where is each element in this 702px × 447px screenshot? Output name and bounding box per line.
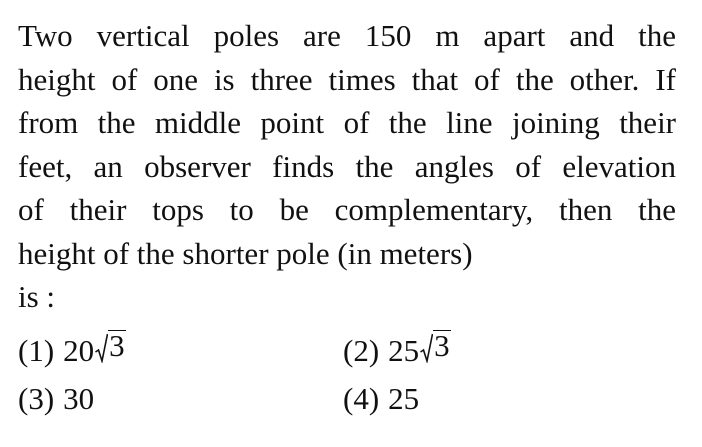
question-line: of their tops to be complementary, then … <box>18 192 676 227</box>
radicand: 3 <box>433 328 451 363</box>
question-line: Two vertical poles are 150 m apart and t… <box>18 18 676 53</box>
option-coefficient: 25 <box>388 333 420 368</box>
question-line: feet, an observer finds the angles of el… <box>18 148 676 184</box>
option-value: 25 <box>388 381 420 416</box>
option-number: (1) <box>18 333 55 368</box>
question-line: height of one is three times that of the… <box>18 61 676 97</box>
radicand: 3 <box>108 328 126 363</box>
option-number: (2) <box>343 333 380 368</box>
option-number: (3) <box>18 381 55 416</box>
option-coefficient: 20 <box>63 333 95 368</box>
option-number: (4) <box>343 381 380 416</box>
option-1[interactable]: (1) 20 3 <box>18 330 343 371</box>
option-4[interactable]: (4) 25 <box>343 379 678 419</box>
square-root-expression: 3 <box>95 328 126 363</box>
square-root-expression: 3 <box>420 328 451 363</box>
option-2[interactable]: (2) 25 3 <box>343 330 678 371</box>
question-line: is : <box>18 279 56 314</box>
radical-sign-icon <box>95 333 109 363</box>
question-line: height of the shorter pole (in meters) <box>18 235 473 271</box>
option-3[interactable]: (3) 30 <box>18 379 343 419</box>
radical-sign-icon <box>420 333 434 363</box>
option-value: 30 <box>63 381 95 416</box>
answer-options: (1) 20 3 (2) 25 3 (3) 30 (4) 25 <box>18 330 678 419</box>
question-text: Two vertical poles are 150 m apart and t… <box>18 14 676 319</box>
question-line: from the middle point of the line joinin… <box>18 105 676 140</box>
